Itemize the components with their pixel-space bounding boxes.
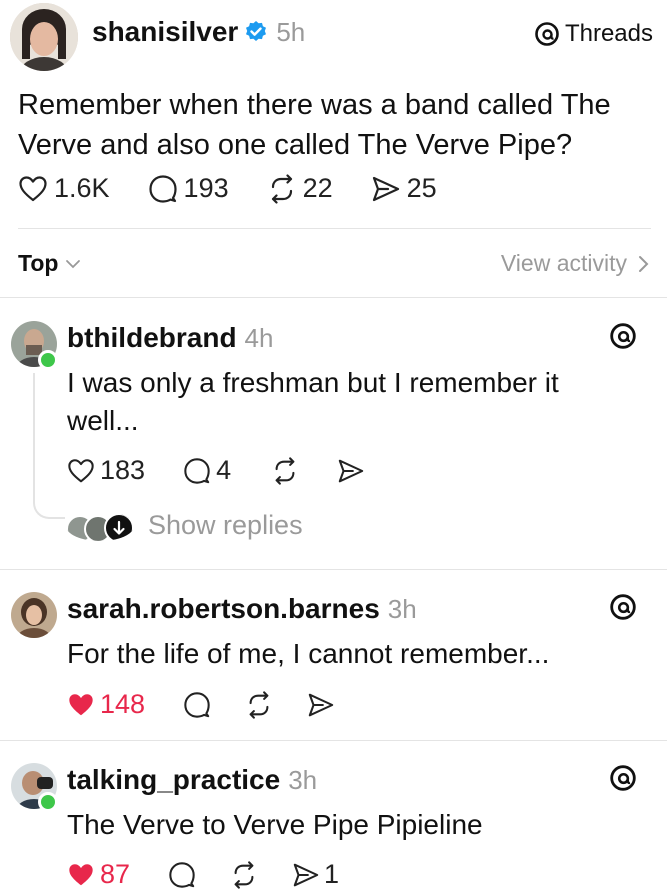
comment-avatar[interactable] [11,592,57,638]
post-timestamp: 5h [276,16,306,47]
comment-text: For the life of me, I cannot remember... [67,638,550,669]
repost-icon[interactable] [267,173,297,204]
reply-bubble-icon[interactable] [183,457,211,485]
like-count: 1.6K [54,173,110,203]
share-send-icon[interactable] [292,861,320,889]
show-replies-label: Show replies [148,510,303,540]
show-replies-button[interactable]: Show replies [66,510,303,541]
repost-count: 22 [302,173,333,203]
like-heart-icon[interactable] [18,174,48,204]
divider [0,297,667,298]
like-count: 87 [100,859,131,889]
threads-logo-icon[interactable] [609,593,637,621]
threads-logo-icon [534,21,560,47]
online-status-dot [38,350,58,370]
threads-label: Threads [564,20,653,47]
share-send-icon[interactable] [307,691,335,719]
post-text: Remember when there was a band called Th… [18,89,611,161]
comment-username[interactable]: talking_practice [67,764,280,796]
repost-icon[interactable] [271,456,299,485]
reply-count: 193 [183,173,229,203]
post-author-username[interactable]: shanisilver [92,16,238,48]
arrow-down-circle-icon [104,512,134,541]
share-send-icon[interactable] [337,457,365,485]
share-count: 25 [406,173,437,203]
sort-dropdown[interactable]: Top [18,250,82,277]
reply-bubble-icon[interactable] [148,174,178,204]
like-heart-filled-icon[interactable] [67,861,95,889]
like-heart-icon[interactable] [67,457,95,485]
reply-count: 4 [216,455,232,485]
comment-timestamp: 3h [288,765,318,795]
divider [18,228,651,229]
comment-timestamp: 4h [244,323,274,353]
comment-username[interactable]: sarah.robertson.barnes [67,593,380,625]
comment-timestamp: 3h [387,594,417,624]
thread-line-curve [33,497,65,519]
reply-bubble-icon[interactable] [168,861,196,889]
chevron-right-icon [637,254,651,274]
sort-label: Top [18,250,59,276]
reply-bubble-icon[interactable] [183,691,211,719]
divider [0,740,667,741]
view-activity-link[interactable]: View activity [501,250,651,277]
threads-logo-icon[interactable] [609,764,637,792]
chevron-down-icon [64,255,82,273]
share-count: 1 [324,859,340,889]
online-status-dot [38,792,58,812]
comment-username[interactable]: bthildebrand [67,322,237,354]
like-count: 148 [100,689,146,719]
divider [0,569,667,570]
threads-app-link[interactable]: Threads [534,20,653,48]
repost-icon[interactable] [245,690,273,719]
like-heart-filled-icon[interactable] [67,691,95,719]
verified-badge-icon [244,20,268,44]
reply-avatar-stack [66,511,134,541]
comment-text: I was only a freshman but I remember it … [67,367,559,436]
post-author-avatar[interactable] [10,3,78,71]
like-count: 183 [100,455,146,485]
share-send-icon[interactable] [371,174,401,204]
thread-line [33,373,35,503]
comment-text: The Verve to Verve Pipe Pipieline [67,809,483,840]
view-activity-label: View activity [500,250,627,276]
repost-icon[interactable] [230,860,258,889]
threads-logo-icon[interactable] [609,322,637,350]
